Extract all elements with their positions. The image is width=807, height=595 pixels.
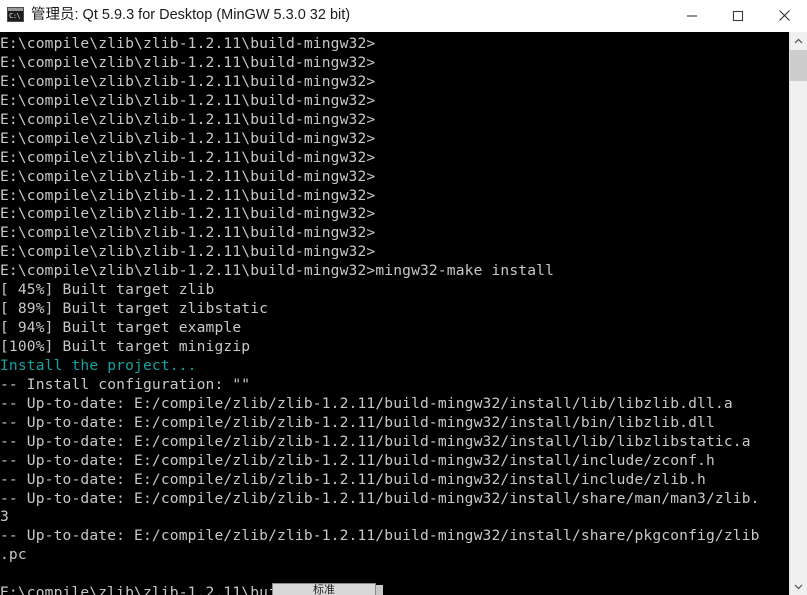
- console-line: [ 89%] Built target zlibstatic: [0, 300, 789, 319]
- console-line: E:\compile\zlib\zlib-1.2.11\build-mingw3…: [0, 54, 789, 73]
- console-line-text: E:\compile\zlib\zlib-1.2.11\build-mingw3…: [0, 205, 376, 223]
- console-line-text: E:\compile\zlib\zlib-1.2.11\build-mingw3…: [0, 224, 376, 242]
- console-line: -- Up-to-date: E:/compile/zlib/zlib-1.2.…: [0, 433, 789, 452]
- console-line: -- Up-to-date: E:/compile/zlib/zlib-1.2.…: [0, 452, 789, 471]
- console-line-text: -- Install configuration: "": [0, 375, 251, 393]
- console-line-text: -- Up-to-date: E:/compile/zlib/zlib-1.2.…: [0, 413, 715, 431]
- console-line-text: E:\compile\zlib\zlib-1.2.11\build-mingw3…: [0, 72, 376, 90]
- maximize-button[interactable]: [715, 0, 761, 31]
- console-line: [ 45%] Built target zlib: [0, 281, 789, 300]
- console-line: -- Up-to-date: E:/compile/zlib/zlib-1.2.…: [0, 527, 789, 546]
- console-body: E:\compile\zlib\zlib-1.2.11\build-mingw3…: [0, 32, 807, 595]
- console-line: .pc: [0, 546, 789, 565]
- console-window: C:\ 管理员: Qt 5.9.3 for Desktop (MinGW 5.3…: [0, 0, 807, 595]
- console-line-text: -- Up-to-date: E:/compile/zlib/zlib-1.2.…: [0, 527, 760, 545]
- title-bar[interactable]: C:\ 管理员: Qt 5.9.3 for Desktop (MinGW 5.3…: [0, 0, 807, 32]
- scrollbar-track[interactable]: [790, 50, 807, 577]
- console-line: E:\compile\zlib\zlib-1.2.11\build-mingw3…: [0, 92, 789, 111]
- console-line: E:\compile\zlib\zlib-1.2.11\build-mingw3…: [0, 243, 789, 262]
- ime-indicator-strip[interactable]: 标准: [272, 583, 376, 595]
- minimize-button[interactable]: [669, 0, 715, 31]
- console-line-text: E:\compile\zlib\zlib-1.2.11\build-mingw3…: [0, 186, 376, 204]
- console-line: -- Up-to-date: E:/compile/zlib/zlib-1.2.…: [0, 395, 789, 414]
- console-line: [100%] Built target minigzip: [0, 338, 789, 357]
- console-line-text: -- Up-to-date: E:/compile/zlib/zlib-1.2.…: [0, 470, 706, 488]
- console-line: E:\compile\zlib\zlib-1.2.11\build-mingw3…: [0, 584, 789, 595]
- console-line: Install the project...: [0, 357, 789, 376]
- console-line: E:\compile\zlib\zlib-1.2.11\build-mingw3…: [0, 168, 789, 187]
- console-line-text: E:\compile\zlib\zlib-1.2.11\build-mingw3…: [0, 110, 376, 128]
- console-line-text: [ 45%] Built target zlib: [0, 281, 215, 299]
- console-line: 3: [0, 508, 789, 527]
- console-line-text: E:\compile\zlib\zlib-1.2.11\build-mingw3…: [0, 262, 555, 280]
- window-controls: [669, 0, 807, 31]
- console-line: E:\compile\zlib\zlib-1.2.11\build-mingw3…: [0, 73, 789, 92]
- console-line-text: [ 89%] Built target zlibstatic: [0, 300, 269, 318]
- console-line-text: [100%] Built target minigzip: [0, 338, 251, 355]
- scroll-up-arrow-icon[interactable]: [790, 32, 807, 50]
- vertical-scrollbar[interactable]: [789, 32, 807, 595]
- console-line: -- Up-to-date: E:/compile/zlib/zlib-1.2.…: [0, 414, 789, 433]
- console-line-text: Install the project...: [0, 356, 197, 374]
- console-line-text: E:\compile\zlib\zlib-1.2.11\build-mingw3…: [0, 148, 376, 166]
- console-line: E:\compile\zlib\zlib-1.2.11\build-mingw3…: [0, 35, 789, 54]
- console-line: -- Up-to-date: E:/compile/zlib/zlib-1.2.…: [0, 471, 789, 490]
- console-line-text: 3: [0, 508, 9, 526]
- cmd-console-icon: C:\: [7, 7, 24, 24]
- console-line-text: [ 94%] Built target example: [0, 319, 242, 337]
- console-line: E:\compile\zlib\zlib-1.2.11\build-mingw3…: [0, 111, 789, 130]
- text-cursor: [375, 585, 384, 595]
- console-line: -- Up-to-date: E:/compile/zlib/zlib-1.2.…: [0, 490, 789, 509]
- console-line: E:\compile\zlib\zlib-1.2.11\build-mingw3…: [0, 262, 789, 281]
- console-line-text: -- Up-to-date: E:/compile/zlib/zlib-1.2.…: [0, 489, 760, 507]
- console-line-text: E:\compile\zlib\zlib-1.2.11\build-mingw3…: [0, 91, 376, 109]
- console-line: E:\compile\zlib\zlib-1.2.11\build-mingw3…: [0, 130, 789, 149]
- console-line: E:\compile\zlib\zlib-1.2.11\build-mingw3…: [0, 205, 789, 224]
- console-line-text: E:\compile\zlib\zlib-1.2.11\build-mingw3…: [0, 129, 376, 147]
- console-line-text: E:\compile\zlib\zlib-1.2.11\build-mingw3…: [0, 53, 376, 71]
- console-line-text: .pc: [0, 546, 27, 564]
- window-title: 管理员: Qt 5.9.3 for Desktop (MinGW 5.3.0 3…: [31, 7, 351, 23]
- console-line-text: -- Up-to-date: E:/compile/zlib/zlib-1.2.…: [0, 451, 715, 469]
- console-output[interactable]: E:\compile\zlib\zlib-1.2.11\build-mingw3…: [0, 32, 789, 595]
- close-button[interactable]: [761, 0, 807, 31]
- scroll-down-arrow-icon[interactable]: [790, 577, 807, 595]
- console-line-text: E:\compile\zlib\zlib-1.2.11\build-mingw3…: [0, 35, 376, 52]
- scrollbar-thumb[interactable]: [790, 50, 807, 81]
- console-line: E:\compile\zlib\zlib-1.2.11\build-mingw3…: [0, 224, 789, 243]
- console-line-text: -- Up-to-date: E:/compile/zlib/zlib-1.2.…: [0, 432, 751, 450]
- console-line-text: E:\compile\zlib\zlib-1.2.11\build-mingw3…: [0, 243, 376, 261]
- console-line: E:\compile\zlib\zlib-1.2.11\build-mingw3…: [0, 149, 789, 168]
- console-line-text: E:\compile\zlib\zlib-1.2.11\build-mingw3…: [0, 167, 376, 185]
- console-line: E:\compile\zlib\zlib-1.2.11\build-mingw3…: [0, 187, 789, 206]
- console-line-text: -- Up-to-date: E:/compile/zlib/zlib-1.2.…: [0, 394, 733, 412]
- console-line: [ 94%] Built target example: [0, 319, 789, 338]
- console-line: -- Install configuration: "": [0, 376, 789, 395]
- cmd-icon-glyph: C:\: [9, 12, 21, 20]
